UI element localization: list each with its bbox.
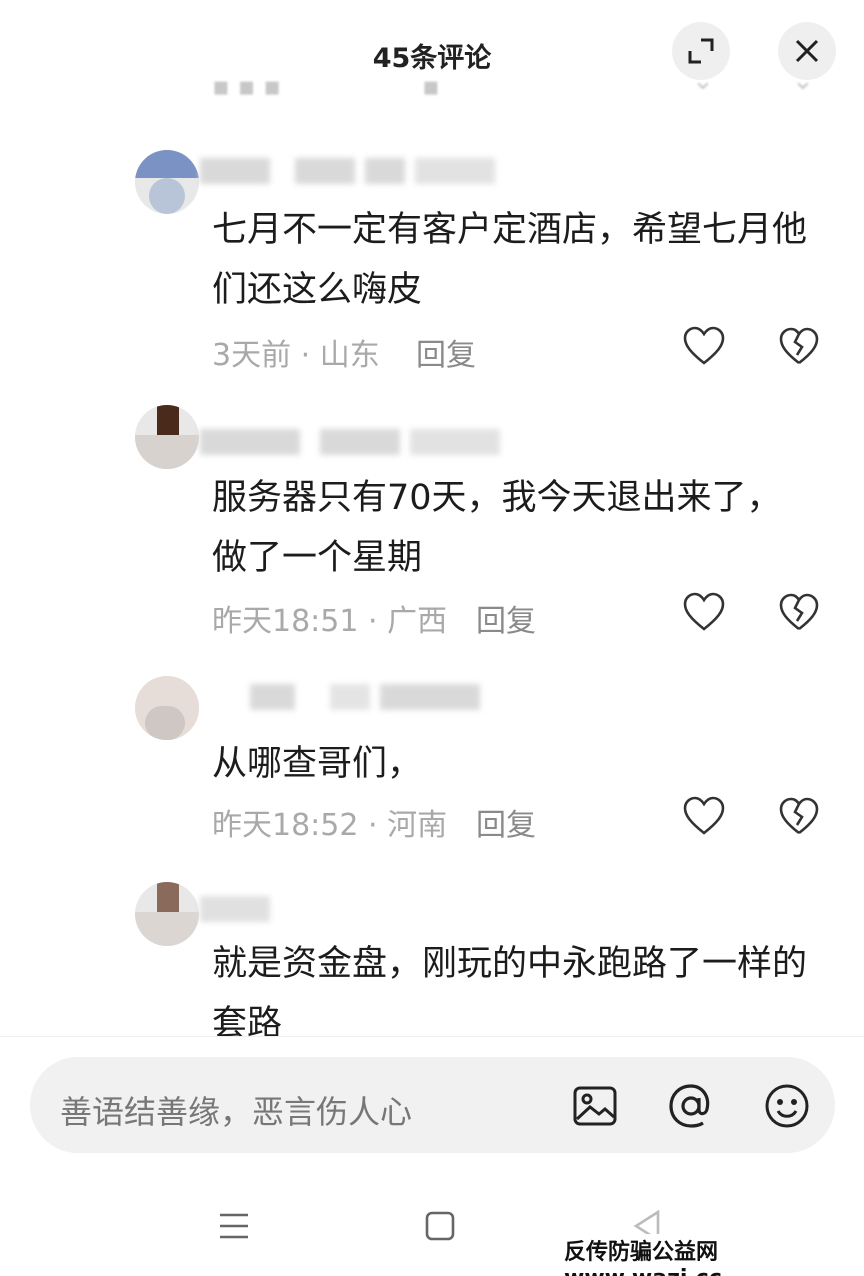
avatar[interactable] — [135, 882, 199, 946]
comment-meta: 昨天18:52 · 河南 — [212, 808, 448, 843]
broken-heart-icon[interactable] — [778, 592, 820, 634]
reply-button[interactable]: 回复 — [476, 596, 536, 640]
comment-text: 服务器只有70天，我今天退出来了， 做了一个星期 — [212, 478, 782, 578]
comment-meta: 昨天18:51 · 广西 — [212, 604, 448, 639]
broken-heart-icon[interactable] — [778, 796, 820, 838]
avatar[interactable] — [135, 150, 199, 214]
broken-heart-icon[interactable] — [778, 326, 820, 368]
username-blurred — [200, 896, 500, 922]
username-blurred — [200, 684, 500, 710]
username-blurred — [200, 158, 500, 184]
comments-count-title: 45条评论 — [372, 43, 492, 74]
avatar[interactable] — [135, 405, 199, 469]
comment-input-area: 善语结善缘，恶言伤人心 — [0, 1036, 864, 1176]
comment-input[interactable]: 善语结善缘，恶言伤人心 — [30, 1057, 835, 1153]
scrolled-comment-remnant: ▪▪▪ ▪ ⌄ ⌄ — [212, 80, 814, 102]
reply-button[interactable]: 回复 — [476, 800, 536, 844]
avatar[interactable] — [135, 676, 199, 740]
heart-icon[interactable] — [682, 591, 726, 635]
comment-text: 七月不一定有客户定酒店，希望七月他 们还这么嗨皮 — [212, 210, 808, 310]
expand-icon — [688, 38, 714, 64]
heart-icon[interactable] — [682, 795, 726, 839]
comment-text: 就是资金盘，刚玩的中永跑路了一样的 套路 — [212, 944, 808, 1036]
at-icon[interactable] — [666, 1081, 716, 1131]
close-icon — [795, 39, 819, 63]
close-button[interactable] — [778, 22, 836, 80]
menu-icon[interactable] — [214, 1206, 254, 1246]
expand-button[interactable] — [672, 22, 730, 80]
comment-meta: 3天前 · 山东 — [212, 338, 380, 373]
emoji-icon[interactable] — [762, 1081, 812, 1131]
image-icon[interactable] — [570, 1081, 620, 1131]
watermark-text: 反传防骗公益网 www.wazi.cc — [558, 1234, 864, 1276]
comment-input-placeholder: 善语结善缘，恶言伤人心 — [60, 1093, 413, 1131]
heart-icon[interactable] — [682, 325, 726, 369]
comment-text: 从哪查哥们， — [212, 744, 423, 784]
reply-button[interactable]: 回复 — [416, 330, 476, 374]
username-blurred — [200, 429, 500, 455]
square-home-icon[interactable] — [420, 1206, 460, 1246]
